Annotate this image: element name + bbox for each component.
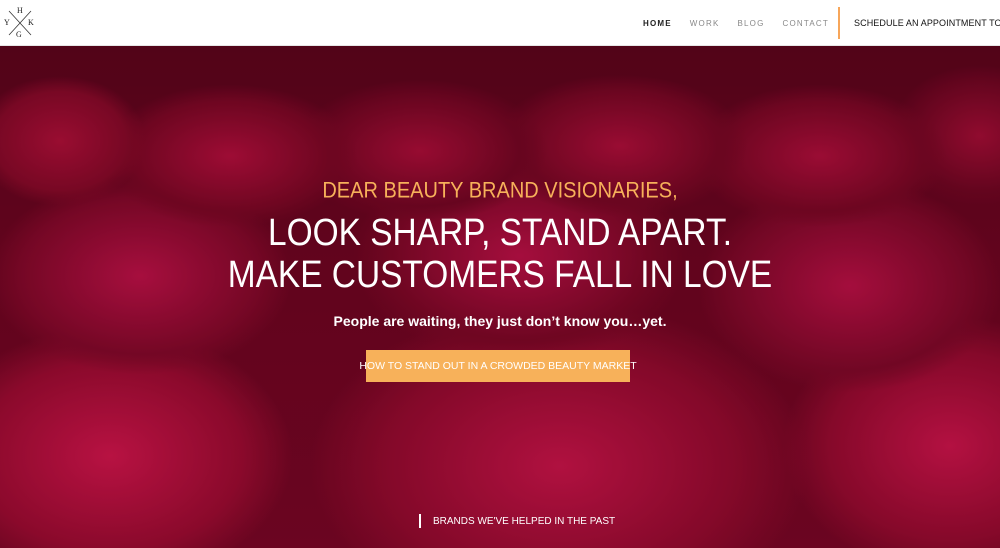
brands-helped-link[interactable]: BRANDS WE'VE HELPED IN THE PAST	[419, 514, 615, 528]
nav-item-work[interactable]: WORK	[681, 19, 729, 28]
site-header: H Y K G HOME WORK BLOG CONTACT SCHEDULE …	[0, 0, 1000, 46]
nav-item-contact[interactable]: CONTACT	[774, 19, 838, 28]
hero-eyebrow: DEAR BEAUTY BRAND VISIONARIES,	[322, 178, 678, 204]
hero-headline-line-1: LOOK SHARP, STAND APART.	[268, 212, 732, 254]
logo-letter-top: H	[17, 6, 23, 15]
logo-letter-left: Y	[4, 18, 10, 27]
hero-headline-line-2: MAKE CUSTOMERS FALL IN LOVE	[227, 254, 773, 296]
main-nav: HOME WORK BLOG CONTACT	[634, 0, 838, 46]
schedule-appointment-button[interactable]: SCHEDULE AN APPOINTMENT TODAY	[838, 7, 1000, 39]
logo-letter-right: K	[28, 18, 34, 27]
hero-subline: People are waiting, they just don’t know…	[333, 313, 667, 329]
logo-letter-bottom: G	[16, 30, 22, 39]
logo[interactable]: H Y K G	[3, 7, 37, 39]
hero-content: DEAR BEAUTY BRAND VISIONARIES, LOOK SHAR…	[0, 46, 1000, 548]
stand-out-button[interactable]: HOW TO STAND OUT IN A CROWDED BEAUTY MAR…	[359, 350, 637, 382]
hero-section: DEAR BEAUTY BRAND VISIONARIES, LOOK SHAR…	[0, 46, 1000, 548]
nav-item-blog[interactable]: BLOG	[728, 19, 773, 28]
hero-headline: LOOK SHARP, STAND APART. MAKE CUSTOMERS …	[60, 212, 940, 296]
nav-item-home[interactable]: HOME	[634, 19, 681, 28]
